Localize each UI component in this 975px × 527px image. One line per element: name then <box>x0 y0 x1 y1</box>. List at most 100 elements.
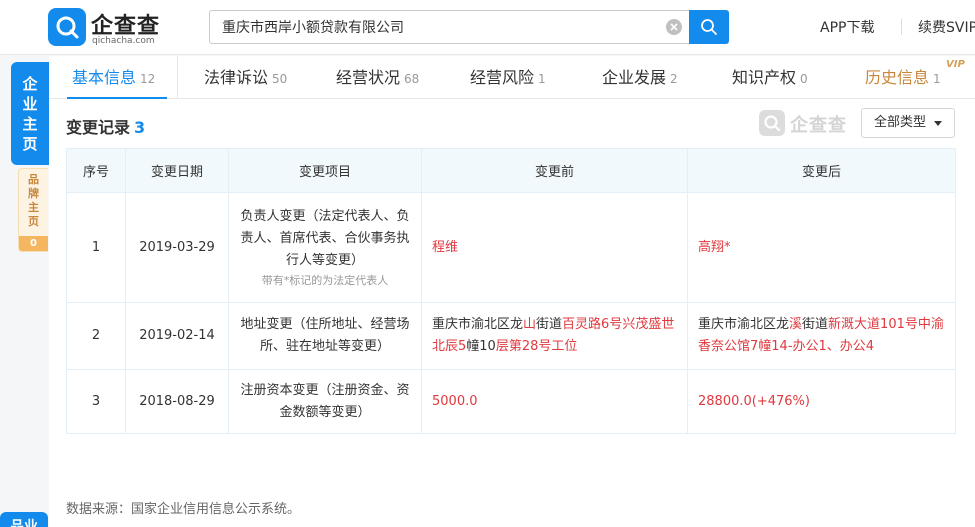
side-tab-company-home[interactable]: 企 业 主 页 <box>11 62 49 165</box>
item-text: 地址变更（住所地址、经营场所、驻在地址等变更） <box>240 317 410 354</box>
header-divider <box>901 19 902 35</box>
vip-badge: VIP <box>946 59 965 70</box>
item-text: 注册资本变更（注册资金、资金数额等变更） <box>240 382 410 420</box>
unchanged-text: 街道 <box>536 317 563 332</box>
tab-label: 法律诉讼 <box>204 68 269 87</box>
tab-label: 经营风险 <box>470 68 535 87</box>
changed-text: 幢14-办公1、办公4 <box>758 339 875 354</box>
tab-count: 0 <box>800 72 808 86</box>
section-count: 3 <box>134 118 146 137</box>
side-tab-char: 页 <box>28 215 39 228</box>
filter-label: 全部类型 <box>874 115 927 130</box>
side-tab-char: 主 <box>22 115 38 133</box>
side-tab-bottom[interactable]: 品业 <box>0 512 48 527</box>
col-header-date: 变更日期 <box>125 148 229 193</box>
col-header-after: 变更后 <box>687 148 956 193</box>
tab-basic-info[interactable]: 基本信息 12 <box>72 56 155 99</box>
col-header-before: 变更前 <box>421 148 688 193</box>
unchanged-text: 重庆市渝北区龙 <box>698 317 790 332</box>
cell-date: 2018-08-29 <box>125 369 229 434</box>
unchanged-text: 幢10 <box>466 339 496 354</box>
tab-count: 50 <box>272 72 288 86</box>
cell-date: 2019-03-29 <box>125 192 229 303</box>
side-tab-char: 牌 <box>28 187 39 200</box>
cell-before: 重庆市渝北区龙山街道百灵路6号兴茂盛世北辰5幢10层第28号工位 <box>421 302 688 370</box>
changed-text: 5000.0 <box>432 393 478 409</box>
tab-label: 知识产权 <box>732 68 797 87</box>
item-note: 带有*标记的为法定代表人 <box>261 273 389 287</box>
tab-bar: 基本信息 12 法律诉讼 50 经营状况 68 经营风险 1 企业发展 2 知识产权 0 历… <box>49 56 975 99</box>
type-filter-dropdown[interactable]: 全部类型 <box>861 108 955 138</box>
changed-text: 山 <box>523 317 537 332</box>
cell-index: 2 <box>66 302 126 370</box>
tab-count: 1 <box>933 72 941 86</box>
col-header-item: 变更项目 <box>228 148 422 193</box>
tab-operations[interactable]: 经营状况 68 <box>336 56 419 99</box>
side-tab-char: 主 <box>28 201 39 214</box>
tab-history[interactable]: 历史信息 1 <box>865 56 941 99</box>
col-header-index: 序号 <box>66 148 126 193</box>
table-row: 2 2019-02-14 地址变更（住所地址、经营场所、驻在地址等变更） 重庆市… <box>66 302 956 370</box>
cell-index: 1 <box>66 192 126 303</box>
cell-after: 重庆市渝北区龙溪街道新溉大道101号中渝香奈公馆7幢14-办公1、办公4 <box>687 302 956 370</box>
side-tab-char: 业 <box>22 95 38 113</box>
tab-label: 经营状况 <box>336 68 401 87</box>
unchanged-text: 重庆市渝北区龙 <box>432 317 524 332</box>
caret-down-icon <box>934 121 942 126</box>
table-header-row: 序号 变更日期 变更项目 变更前 变更后 <box>66 148 956 193</box>
data-source-note: 数据来源：国家企业信用信息公示系统。 <box>66 502 301 517</box>
tab-label: 企业发展 <box>602 68 667 87</box>
item-text: 负责人变更（法定代表人、负责人、首席代表、合伙事务执行人等变更） <box>240 208 410 268</box>
tab-ip[interactable]: 知识产权 0 <box>732 56 808 99</box>
search-icon <box>701 19 717 35</box>
side-tab-char: 企 <box>22 75 38 93</box>
changed-text: 28800.0(+476%) <box>698 393 810 409</box>
clear-icon[interactable] <box>666 19 682 35</box>
changed-text: 高翔* <box>698 239 731 255</box>
cell-after: 28800.0(+476%) <box>687 369 956 434</box>
tab-count: 2 <box>670 72 678 86</box>
section-title-text: 变更记录 <box>66 118 131 137</box>
app-download-link[interactable]: APP下载 <box>820 17 874 37</box>
side-tab-brand-home[interactable]: 品 牌 主 页 0 <box>18 168 48 252</box>
logo[interactable]: 企查查 qichacha.com <box>48 8 173 48</box>
section-title: 变更记录 3 <box>66 114 145 138</box>
renew-svip-link[interactable]: 续费SVIP <box>918 17 975 37</box>
tab-risk[interactable]: 经营风险 1 <box>470 56 546 99</box>
changed-text: 层第28号工位 <box>495 339 578 354</box>
tab-label: 历史信息 <box>865 68 930 87</box>
logo-domain: qichacha.com <box>92 36 155 46</box>
tab-count: 68 <box>404 72 420 86</box>
active-tab-indicator <box>67 97 167 99</box>
cell-after: 高翔* <box>687 192 956 303</box>
tab-development[interactable]: 企业发展 2 <box>602 56 678 99</box>
search-box <box>209 10 689 44</box>
logo-icon <box>48 8 86 46</box>
changed-text: 程维 <box>432 239 459 255</box>
change-record-table: 序号 变更日期 变更项目 变更前 变更后 1 2019-03-29 负责人变更（… <box>66 148 956 434</box>
unchanged-text: 街道 <box>802 317 829 332</box>
changed-text: 溪 <box>789 317 803 332</box>
tab-divider <box>177 56 178 99</box>
table-row: 1 2019-03-29 负责人变更（法定代表人、负责人、首席代表、合伙事务执行… <box>66 192 956 303</box>
tab-label: 基本信息 <box>72 68 137 87</box>
search-input[interactable] <box>210 11 655 43</box>
tab-legal[interactable]: 法律诉讼 50 <box>204 56 287 99</box>
cell-before: 程维 <box>421 192 688 303</box>
side-tab-char: 页 <box>22 135 38 153</box>
top-header: 企查查 qichacha.com APP下载 续费SVIP <box>0 0 975 55</box>
cell-date: 2019-02-14 <box>125 302 229 370</box>
cell-item: 注册资本变更（注册资金、资金数额等变更） <box>228 369 422 434</box>
watermark-text: 企查查 <box>790 115 847 136</box>
watermark-logo-icon <box>759 110 785 136</box>
cell-index: 3 <box>66 369 126 434</box>
main-panel: 基本信息 12 法律诉讼 50 经营状况 68 经营风险 1 企业发展 2 知识产权 0 历… <box>49 56 975 527</box>
cell-item: 负责人变更（法定代表人、负责人、首席代表、合伙事务执行人等变更） 带有*标记的为… <box>228 192 422 303</box>
cell-item: 地址变更（住所地址、经营场所、驻在地址等变更） <box>228 302 422 370</box>
cell-before: 5000.0 <box>421 369 688 434</box>
side-tab-char: 品 <box>28 173 39 186</box>
tab-count: 12 <box>140 72 156 86</box>
brand-count-badge: 0 <box>19 236 48 251</box>
search-button[interactable] <box>689 10 729 44</box>
tab-count: 1 <box>538 72 546 86</box>
